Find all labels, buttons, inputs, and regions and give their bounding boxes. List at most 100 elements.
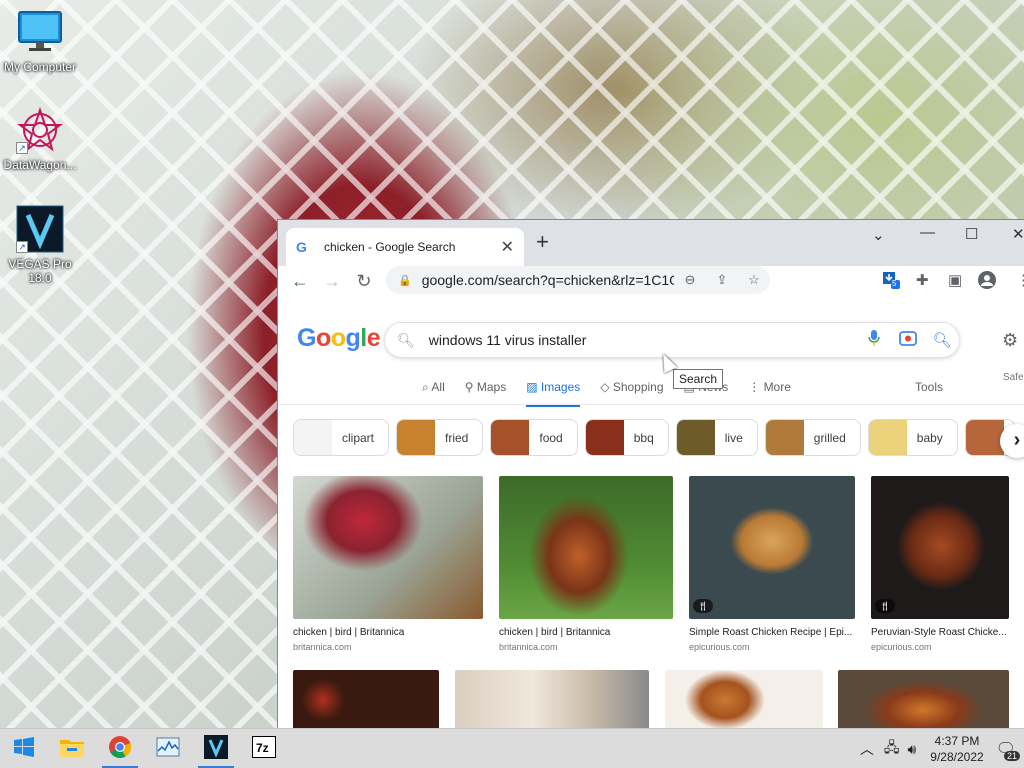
clock[interactable]: 4:37 PM 9/28/2022 — [930, 733, 983, 765]
desktop-icon-datawagon[interactable]: ↗ DataWagon... — [0, 106, 80, 172]
system-tray: ︿ 🖧︎ 🔊︎ 4:37 PM 9/28/2022 🗨︎ 21 — [860, 729, 1024, 768]
extension-download-icon[interactable]: 5 — [882, 271, 900, 293]
search-submit-icon[interactable]: 🔍︎ — [925, 331, 959, 349]
desktop-icon-label: My Computer — [3, 60, 77, 74]
image-result[interactable] — [838, 670, 1009, 728]
search-box[interactable]: 🔍︎ windows 11 virus installer 🔍︎ — [384, 322, 960, 358]
chip-thumbnail — [397, 420, 436, 455]
profile-avatar-icon[interactable] — [978, 271, 996, 293]
chip-baby[interactable]: baby — [867, 419, 958, 456]
shortcut-arrow-icon: ↗ — [16, 142, 28, 154]
chip-food[interactable]: food — [490, 419, 578, 456]
reload-button[interactable]: ↻ — [348, 271, 380, 292]
vegas-pro-icon — [204, 735, 228, 762]
taskbar-vegas-pro[interactable] — [192, 729, 240, 768]
tab-chicken-search[interactable]: G chicken - Google Search ✕ — [286, 228, 524, 266]
taskbar: 7z ︿ 🖧︎ 🔊︎ 4:37 PM 9/28/2022 🗨︎ 21 — [0, 728, 1024, 768]
gear-icon[interactable]: ⚙ — [1002, 330, 1018, 351]
chip-thumbnail — [294, 420, 332, 455]
chip-bbq[interactable]: bbq — [584, 419, 669, 456]
browser-menu-icon[interactable]: ⋮ — [1016, 271, 1024, 289]
desktop-icon-vegas-pro[interactable]: ↗ VEGAS Pro 18.0 — [0, 205, 80, 285]
share-icon[interactable]: ⇪ — [706, 272, 738, 288]
chip-grilled[interactable]: grilled — [764, 419, 861, 456]
shortcut-arrow-icon: ↗ — [16, 241, 28, 253]
chip-clipart[interactable]: clipart — [293, 419, 390, 456]
address-bar[interactable]: 🔒 google.com/search?q=chicken&rlz=1C1GCE… — [386, 266, 770, 294]
minimize-button[interactable]: — — [920, 224, 935, 241]
network-icon[interactable]: 🖧︎ — [884, 737, 900, 761]
chip-thumbnail — [491, 420, 530, 455]
start-button[interactable] — [0, 729, 48, 768]
forward-button[interactable]: → — [316, 271, 348, 292]
extensions-puzzle-icon[interactable]: ✚ — [916, 271, 929, 289]
zoom-icon[interactable]: ⊖ — [674, 272, 706, 288]
tab-all[interactable]: ⌕ All — [422, 380, 445, 407]
camera-lens-icon[interactable] — [891, 330, 925, 350]
search-tooltip: Search — [673, 369, 724, 389]
taskbar-chrome[interactable] — [96, 729, 144, 768]
image-result[interactable] — [665, 670, 823, 728]
google-logo-letter: g — [345, 324, 361, 352]
google-favicon-icon: G — [296, 239, 307, 255]
tab-label: Shopping — [612, 380, 664, 394]
result-source: britannica.com — [499, 642, 558, 652]
google-logo[interactable]: Google — [297, 324, 381, 353]
taskbar-file-explorer[interactable] — [48, 729, 96, 768]
tools-button[interactable]: Tools — [915, 380, 943, 394]
recipe-fork-icon: 🍴︎ — [693, 599, 713, 613]
taskbar-task-manager[interactable] — [144, 729, 192, 768]
recipe-fork-icon: 🍴︎ — [875, 599, 895, 613]
chip-live[interactable]: live — [675, 419, 758, 456]
search-nav-tabs: ⌕ All ⚲ Maps ▨ Images ◇ Shopping ▤ News … — [422, 380, 811, 407]
chip-label: live — [724, 430, 743, 445]
result-thumbnail: 🍴︎ — [689, 476, 855, 619]
google-logo-letter: G — [297, 324, 316, 352]
map-pin-icon: ⚲ — [464, 380, 477, 394]
close-tab-icon[interactable]: ✕ — [501, 237, 514, 257]
image-result[interactable] — [293, 670, 439, 728]
tab-label: All — [431, 380, 445, 394]
more-icon: ⋮ — [748, 380, 764, 394]
image-result[interactable]: 🍴︎ Simple Roast Chicken Recipe | Epi... … — [689, 476, 855, 652]
chip-thumbnail — [868, 420, 907, 455]
chip-label: food — [539, 430, 563, 445]
tab-search-chevron-icon[interactable]: ⌄ — [872, 226, 885, 244]
clock-time: 4:37 PM — [934, 734, 980, 748]
side-panel-icon[interactable]: ▣ — [948, 271, 962, 289]
svg-text:7z: 7z — [256, 741, 269, 755]
chevron-up-icon[interactable]: ︿ — [860, 739, 874, 759]
bookmark-star-icon[interactable]: ☆ — [738, 272, 770, 288]
result-caption: chicken | bird | Britannica — [499, 627, 611, 638]
chip-label: clipart — [342, 430, 375, 445]
desktop-icon-my-computer[interactable]: My Computer — [0, 8, 80, 74]
lock-icon[interactable]: 🔒 — [398, 274, 412, 287]
result-source: epicurious.com — [871, 642, 932, 652]
back-button[interactable]: ← — [284, 271, 316, 292]
new-tab-button[interactable]: + — [536, 231, 549, 253]
google-logo-letter: o — [330, 324, 346, 352]
search-input[interactable]: windows 11 virus installer — [429, 332, 857, 348]
chip-label: bbq — [633, 430, 654, 445]
safesearch-label[interactable]: Safe — [1003, 372, 1024, 383]
volume-icon[interactable]: 🔊︎ — [907, 741, 916, 758]
close-window-button[interactable]: ✕ — [1012, 225, 1024, 243]
image-result[interactable]: 🍴︎ Peruvian-Style Roast Chicke... epicur… — [871, 476, 1009, 652]
image-result[interactable] — [455, 670, 649, 728]
tab-shopping[interactable]: ◇ Shopping — [600, 380, 663, 407]
tab-images[interactable]: ▨ Images — [526, 380, 581, 407]
tab-more[interactable]: ⋮ More — [748, 380, 791, 407]
monitor-icon — [16, 8, 64, 56]
image-result[interactable]: chicken | bird | Britannica britannica.c… — [293, 476, 483, 652]
vegas-pro-icon: ↗ — [16, 205, 64, 253]
image-result[interactable]: chicken | bird | Britannica britannica.c… — [499, 476, 673, 652]
tab-maps[interactable]: ⚲ Maps — [465, 380, 506, 407]
taskbar-7zip[interactable]: 7z — [240, 729, 288, 768]
maximize-button[interactable]: ☐ — [965, 225, 978, 243]
search-icon: 🔍︎ — [397, 331, 415, 348]
tab-label: Maps — [476, 380, 507, 394]
chip-fried[interactable]: fried — [396, 419, 484, 456]
result-caption: Peruvian-Style Roast Chicke... — [871, 627, 1007, 638]
notifications-icon[interactable]: 🗨︎ 21 — [996, 739, 1020, 761]
microphone-icon[interactable] — [857, 330, 891, 350]
